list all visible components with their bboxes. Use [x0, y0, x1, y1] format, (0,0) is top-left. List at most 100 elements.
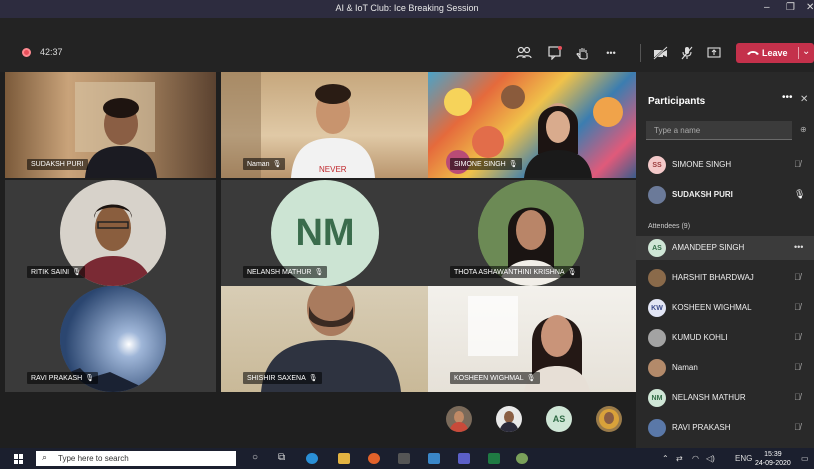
participant-name-tag: RAVI PRAKASH 🎙 — [27, 372, 99, 384]
mic-muted-icon: 🎙 — [272, 161, 282, 168]
app-icon[interactable] — [398, 453, 410, 464]
participants-icon — [516, 46, 532, 59]
participant-search-input[interactable] — [646, 121, 792, 140]
show-conversation-button[interactable] — [546, 45, 564, 61]
chat-icon — [548, 46, 562, 60]
app-icon[interactable] — [428, 453, 440, 464]
recording-icon — [22, 48, 31, 57]
leave-button[interactable]: Leave ⌄ — [736, 43, 814, 63]
camera-toggle-button[interactable] — [652, 45, 670, 61]
mic-active-icon: 🎙 — [794, 189, 806, 199]
video-tile[interactable]: RAVI PRAKASH 🎙 — [5, 286, 216, 392]
avatar — [648, 269, 666, 287]
invite-icon[interactable]: ⊕ — [800, 125, 807, 134]
video-tile[interactable]: KOSHEEN WIGHMAL 🎙 — [428, 286, 639, 392]
more-actions-button[interactable]: ••• — [602, 45, 620, 61]
participant-row[interactable]: HARSHIT BHARDWAJ 🎙̸ — [636, 266, 814, 290]
windows-taskbar: ⌕ Type here to search ○ ⧉ ⌃ ⇄ ◠ ◁) ENG 1… — [0, 448, 814, 469]
teams-icon[interactable] — [458, 453, 470, 464]
restore-button[interactable]: ❐ — [786, 2, 795, 13]
mic-toggle-button[interactable] — [678, 45, 696, 61]
participant-row[interactable]: KUMUD KOHLI 🎙̸ — [636, 326, 814, 350]
mic-muted-icon: 🎙̸ — [794, 392, 801, 402]
avatar: SS — [648, 156, 666, 174]
notifications-icon[interactable]: ▭ — [801, 454, 809, 463]
video-tile[interactable]: NEVER Naman 🎙 — [221, 72, 432, 178]
window-title: AI & IoT Club: Ice Breaking Session — [335, 3, 479, 13]
chrome-icon[interactable] — [368, 453, 380, 464]
video-grid: SUDAKSH PURI NEVER Naman 🎙 SIMONE SINGH 🎙 — [0, 72, 639, 392]
mic-muted-icon: 🎙 — [567, 269, 577, 276]
mic-muted-icon: 🎙 — [526, 375, 536, 382]
windows-start-icon[interactable] — [14, 454, 24, 464]
edge-icon[interactable] — [306, 453, 318, 464]
leave-divider — [798, 47, 799, 59]
mic-muted-icon: 🎙 — [85, 375, 95, 382]
participant-row[interactable]: Naman 🎙̸ — [636, 356, 814, 380]
mic-muted-icon: 🎙̸ — [794, 302, 801, 312]
participant-initials-thumbnail[interactable]: AS — [546, 406, 572, 432]
language-indicator[interactable]: ENG — [735, 454, 752, 463]
close-icon[interactable]: ✕ — [800, 94, 808, 105]
video-tile[interactable]: SIMONE SINGH 🎙 — [428, 72, 639, 178]
participant-row[interactable]: KW KOSHEEN WIGHMAL 🎙̸ — [636, 296, 814, 320]
video-tile[interactable]: SUDAKSH PURI — [5, 72, 216, 178]
participant-row[interactable]: AS AMANDEEP SINGH ••• — [636, 236, 814, 260]
participant-name: RITIK SAINI — [31, 269, 70, 276]
meeting-timer: 42:37 — [40, 47, 63, 57]
video-tile[interactable]: RITIK SAINI 🎙 — [5, 180, 216, 286]
participant-name-tag: THOTA ASHAWANTHINI KRISHNA 🎙 — [450, 266, 581, 278]
participant-name: Naman — [672, 363, 698, 372]
wifi-icon[interactable]: ◠ — [692, 454, 699, 463]
participant-row[interactable]: SUDAKSH PURI 🎙 — [636, 183, 814, 207]
mic-off-icon — [681, 46, 693, 60]
share-icon — [707, 47, 721, 58]
participant-name-tag: SUDAKSH PURI — [27, 159, 88, 170]
participant-thumbnail[interactable] — [446, 406, 472, 432]
taskbar-search-placeholder: Type here to search — [58, 454, 129, 463]
participant-name: RAVI PRAKASH — [672, 423, 731, 432]
mic-muted-icon: 🎙̸ — [794, 422, 801, 432]
participant-row[interactable]: SS SIMONE SINGH 🎙̸ — [636, 153, 814, 177]
participant-row[interactable]: RAVI PRAKASH 🎙̸ — [636, 416, 814, 440]
participant-name-tag: KOSHEEN WIGHMAL 🎙 — [450, 372, 540, 384]
video-tile[interactable]: THOTA ASHAWANTHINI KRISHNA 🎙 — [428, 180, 639, 286]
participant-name: NELANSH MATHUR — [247, 269, 312, 276]
app-icon[interactable] — [516, 453, 528, 464]
panel-title: Participants — [648, 96, 706, 107]
panel-more-button[interactable]: ••• — [782, 92, 793, 103]
video-tile[interactable]: NM NELANSH MATHUR 🎙 — [221, 180, 432, 286]
task-view-icon[interactable]: ⧉ — [278, 452, 285, 463]
raise-hand-button[interactable] — [574, 45, 592, 61]
show-participants-button[interactable] — [515, 45, 533, 61]
excel-icon[interactable] — [488, 453, 500, 464]
mic-muted-icon: 🎙̸ — [794, 272, 801, 282]
avatar: KW — [648, 299, 666, 317]
network-icon[interactable]: ⇄ — [676, 454, 683, 463]
cortana-icon[interactable]: ○ — [252, 452, 258, 463]
participant-name: THOTA ASHAWANTHINI KRISHNA — [454, 269, 565, 276]
participant-name: NELANSH MATHUR — [672, 393, 746, 402]
participant-thumbnail[interactable] — [596, 406, 622, 432]
tray-chevron-icon[interactable]: ⌃ — [662, 454, 669, 463]
svg-text:NEVER: NEVER — [319, 165, 347, 174]
share-screen-button[interactable] — [705, 45, 723, 61]
taskbar-search-box[interactable]: ⌕ Type here to search — [36, 451, 236, 466]
participant-name: SIMONE SINGH — [454, 161, 506, 168]
minimize-button[interactable]: – — [764, 2, 770, 13]
participant-thumbnail[interactable] — [496, 406, 522, 432]
leave-label: Leave — [762, 48, 788, 58]
row-more-button[interactable]: ••• — [794, 242, 803, 252]
volume-icon[interactable]: ◁) — [706, 454, 715, 463]
system-clock[interactable]: 15:39 24-09-2020 — [755, 450, 791, 468]
file-explorer-icon[interactable] — [338, 453, 350, 464]
close-window-button[interactable]: ✕ — [806, 2, 814, 13]
participant-name-tag: Naman 🎙 — [243, 158, 286, 170]
chevron-down-icon[interactable]: ⌄ — [802, 46, 810, 57]
participant-name: SUDAKSH PURI — [31, 161, 84, 168]
participant-name: KUMUD KOHLI — [672, 333, 728, 342]
participant-row[interactable]: NM NELANSH MATHUR 🎙̸ — [636, 386, 814, 410]
participant-name-tag: NELANSH MATHUR 🎙 — [243, 266, 328, 278]
participant-name-tag: RITIK SAINI 🎙 — [27, 266, 86, 278]
video-tile[interactable]: SHISHIR SAXENA 🎙 — [221, 286, 432, 392]
